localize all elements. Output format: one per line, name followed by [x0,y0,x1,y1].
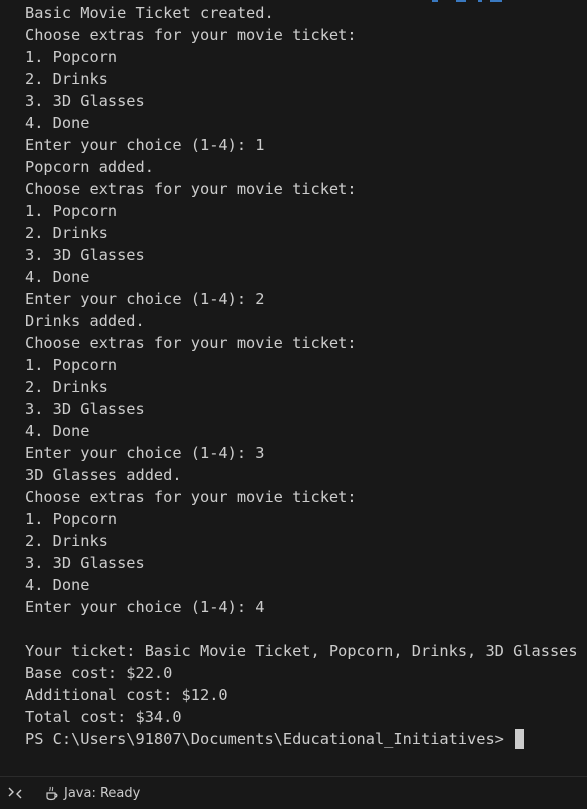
terminal-line: 2. Drinks [25,378,108,396]
terminal-line: Additional cost: $12.0 [25,686,228,704]
terminal-line: 3D Glasses added. [25,466,182,484]
terminal-line: Choose extras for your movie ticket: [25,26,357,44]
terminal-line: 3. 3D Glasses [25,246,145,264]
terminal-panel[interactable]: Basic Movie Ticket created. Choose extras… [0,0,587,776]
terminal-prompt: PS C:\Users\91807\Documents\Educational_… [25,730,514,748]
terminal-line: Enter your choice (1-4): 4 [25,598,265,616]
terminal-line: Enter your choice (1-4): 3 [25,444,265,462]
terminal-line: 1. Popcorn [25,510,118,528]
terminal-line: Enter your choice (1-4): 1 [25,136,265,154]
status-bar: Java: Ready [0,776,587,809]
remote-connection-icon [8,787,22,799]
terminal-cursor [515,729,525,749]
java-status-label: Java: Ready [64,785,141,801]
terminal-line: 3. 3D Glasses [25,92,145,110]
terminal-line: 3. 3D Glasses [25,400,145,418]
terminal-line: 1. Popcorn [25,356,118,374]
terminal-line: Base cost: $22.0 [25,664,173,682]
terminal-line: Enter your choice (1-4): 2 [25,290,265,308]
terminal-line: 2. Drinks [25,532,108,550]
java-icon [46,786,58,801]
terminal-line: 4. Done [25,576,90,594]
terminal-line: 3. 3D Glasses [25,554,145,572]
terminal-output: Basic Movie Ticket created. Choose extras… [25,2,578,750]
terminal-line: 4. Done [25,268,90,286]
terminal-line: Choose extras for your movie ticket: [25,180,357,198]
terminal-line: 4. Done [25,114,90,132]
terminal-line: 2. Drinks [25,224,108,242]
terminal-line: Drinks added. [25,312,145,330]
terminal-line: Choose extras for your movie ticket: [25,488,357,506]
terminal-line: 2. Drinks [25,70,108,88]
terminal-line: 1. Popcorn [25,202,118,220]
terminal-line: Total cost: $34.0 [25,708,182,726]
terminal-line: Choose extras for your movie ticket: [25,334,357,352]
terminal-line: Your ticket: Basic Movie Ticket, Popcorn… [25,642,578,660]
terminal-line: Popcorn added. [25,158,154,176]
terminal-line: 1. Popcorn [25,48,118,66]
terminal-line: Basic Movie Ticket created. [25,4,274,22]
terminal-line: 4. Done [25,422,90,440]
terminal-prompt-line[interactable]: PS C:\Users\91807\Documents\Educational_… [25,728,578,750]
java-status-item[interactable]: Java: Ready [44,777,140,809]
remote-indicator-button[interactable] [0,777,30,809]
